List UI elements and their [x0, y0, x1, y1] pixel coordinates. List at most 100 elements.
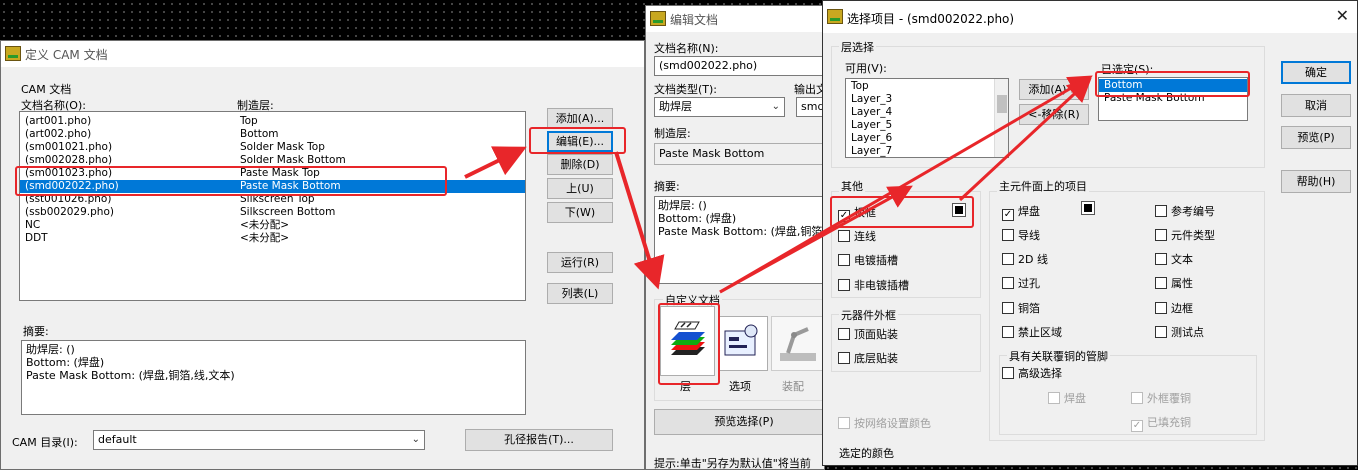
pour-pad-checkbox: 焊盘 [1048, 390, 1086, 406]
available-layer-item[interactable]: Layer_4 [846, 106, 1008, 119]
select-window-titlebar[interactable]: 选择项目 - (smd002022.pho) ✕ [823, 1, 1357, 33]
layer-name: Bottom [1104, 79, 1143, 91]
drill-report-button[interactable]: 孔径报告(T)... [465, 429, 613, 451]
available-layer-item[interactable]: Layer_6 [846, 132, 1008, 145]
document-layer: Paste Mask Top [240, 167, 320, 179]
document-name: (smd002022.pho) [25, 180, 119, 192]
trace-checkbox[interactable]: 导线 [1002, 227, 1040, 243]
assembly-label: 装配 [782, 380, 804, 393]
pad-checkbox[interactable]: ✓ 焊盘 [1002, 203, 1040, 221]
outline-pour-label: 外框覆铜 [1147, 392, 1191, 405]
output-file-label: 输出文 [794, 83, 825, 96]
document-row[interactable]: (sm001021.pho) Solder Mask Top [20, 141, 525, 154]
document-row[interactable]: (ssb002029.pho) Silkscreen Bottom [20, 206, 525, 219]
cancel-button[interactable]: 取消 [1281, 94, 1351, 117]
fab-layer-field: Paste Mask Bottom [654, 143, 824, 165]
available-layer-item[interactable]: Layer_5 [846, 119, 1008, 132]
options-label: 选项 [729, 380, 751, 393]
layer-name: Layer_4 [851, 106, 893, 118]
advanced-select-checkbox[interactable]: 高级选择 [1002, 365, 1062, 381]
board-outline-checkbox[interactable]: ✓ 板框 [838, 204, 876, 222]
edit-button[interactable]: 编辑(E)... [547, 131, 613, 152]
via-label: 过孔 [1018, 277, 1040, 290]
testpoint-checkbox[interactable]: 测试点 [1155, 324, 1204, 340]
document-row[interactable]: (art001.pho) Top [20, 115, 525, 128]
help-button[interactable]: 帮助(H) [1281, 170, 1351, 193]
document-row[interactable]: (smd002022.pho) Paste Mask Bottom [20, 180, 525, 193]
selected-layer-item[interactable]: Bottom [1099, 79, 1247, 92]
preview-button[interactable]: 预览(P) [1281, 126, 1351, 149]
board-outline-label: 板框 [854, 206, 876, 219]
board-color-swatch[interactable] [952, 203, 966, 217]
available-layers-list[interactable]: Top Layer_3 Layer_4 Layer_5 Layer_6 Layer_7 [845, 78, 1009, 158]
pad-color-swatch[interactable] [1081, 201, 1095, 215]
move-up-button[interactable]: 上(U) [547, 178, 613, 199]
main-items-label: 主元件面上的项目 [997, 178, 1089, 194]
available-layer-item[interactable]: Layer_7 [846, 145, 1008, 157]
connection-checkbox[interactable]: 连线 [838, 228, 876, 244]
line2d-checkbox[interactable]: 2D 线 [1002, 251, 1048, 267]
layer-selection-label: 层选择 [839, 39, 876, 55]
run-button[interactable]: 运行(R) [547, 252, 613, 273]
move-down-button[interactable]: 下(W) [547, 202, 613, 223]
doc-type-select[interactable]: 助焊层 ⌄ [654, 97, 785, 117]
selected-color-label: 选定的颜色 [839, 447, 894, 460]
document-row[interactable]: (sm002028.pho) Solder Mask Bottom [20, 154, 525, 167]
pads-logo-icon [650, 11, 666, 26]
document-row[interactable]: (sm001023.pho) Paste Mask Top [20, 167, 525, 180]
document-name: (ssb002029.pho) [25, 206, 114, 218]
close-icon[interactable]: ✕ [1336, 6, 1349, 25]
refdes-checkbox[interactable]: 参考编号 [1155, 203, 1215, 219]
add-layer-button[interactable]: 添加(A)-> [1019, 79, 1089, 100]
bottom-mount-label: 底层贴装 [854, 352, 898, 365]
document-layer: Top [240, 115, 258, 127]
add-button[interactable]: 添加(A)... [547, 108, 613, 129]
attribute-checkbox[interactable]: 属性 [1155, 275, 1193, 291]
keepout-checkbox[interactable]: 禁止区域 [1002, 324, 1062, 340]
cam-window-titlebar[interactable]: 定义 CAM 文档 [1, 41, 644, 67]
text-checkbox[interactable]: 文本 [1155, 251, 1193, 267]
document-row[interactable]: NC <未分配> [20, 219, 525, 232]
document-layer: Silkscreen Top [240, 193, 315, 205]
component-outline-label: 元器件外框 [839, 307, 898, 323]
nonplated-slot-label: 非电镀插槽 [854, 279, 909, 292]
selected-layers-list[interactable]: Bottom Paste Mask Bottom [1098, 77, 1248, 121]
document-row[interactable]: (art002.pho) Bottom [20, 128, 525, 141]
parttype-checkbox[interactable]: 元件类型 [1155, 227, 1215, 243]
assembly-button[interactable] [771, 316, 824, 371]
document-row[interactable]: DDT <未分配> [20, 232, 525, 245]
document-row[interactable]: (sst001026.pho) Silkscreen Top [20, 193, 525, 206]
list-button[interactable]: 列表(L) [547, 283, 613, 304]
top-mount-checkbox[interactable]: 顶面贴装 [838, 326, 898, 342]
pads-logo-icon [827, 9, 843, 24]
available-layer-item[interactable]: Top [846, 80, 1008, 93]
plated-slot-checkbox[interactable]: 电镀插槽 [838, 252, 898, 268]
selected-label: 已选定(S): [1101, 63, 1154, 76]
cam-directory-select[interactable]: default ⌄ [93, 430, 425, 450]
selected-layer-item[interactable]: Paste Mask Bottom [1099, 92, 1247, 105]
available-layer-item[interactable]: Layer_3 [846, 93, 1008, 106]
bottom-mount-checkbox[interactable]: 底层贴装 [838, 350, 898, 366]
nonplated-slot-checkbox[interactable]: 非电镀插槽 [838, 277, 909, 293]
delete-button[interactable]: 删除(D) [547, 154, 613, 175]
cam-directory-value: default [98, 433, 137, 446]
copper-checkbox[interactable]: 铜箔 [1002, 300, 1040, 316]
remove-layer-button[interactable]: <-移除(R) [1019, 104, 1089, 125]
line2d-label: 2D 线 [1018, 253, 1048, 266]
ok-button[interactable]: 确定 [1281, 61, 1351, 84]
scrollbar[interactable] [994, 79, 1008, 157]
border-checkbox[interactable]: 边框 [1155, 300, 1193, 316]
other-label: 其他 [839, 178, 865, 194]
layers-button[interactable] [660, 306, 715, 376]
preview-selection-button[interactable]: 预览选择(P) [654, 409, 824, 435]
fab-layer-value: Paste Mask Bottom [659, 147, 765, 160]
options-button[interactable] [718, 316, 768, 371]
doc-name-label: 文档名称(N): [654, 42, 719, 55]
output-file-field[interactable]: smd0 [796, 97, 824, 117]
via-checkbox[interactable]: 过孔 [1002, 275, 1040, 291]
hint-text: 提示:单击"另存为默认值"将当前 [654, 457, 811, 470]
doc-name-field[interactable]: (smd002022.pho) [654, 56, 824, 76]
edit-window-titlebar[interactable]: 编辑文档 [646, 6, 824, 32]
document-list[interactable]: (art001.pho) Top (art002.pho) Bottom (sm0010… [19, 111, 526, 301]
text-label: 文本 [1171, 253, 1193, 266]
